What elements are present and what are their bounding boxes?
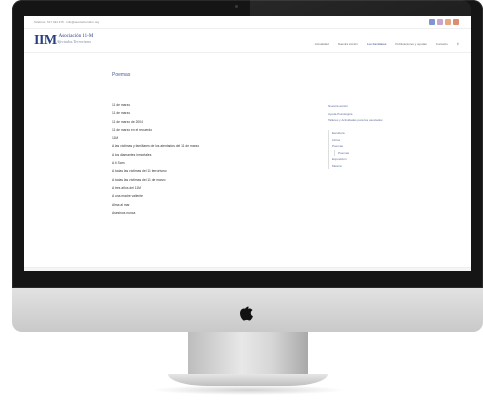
- list-item[interactable]: A las víctimas y familiares de los atent…: [112, 142, 292, 150]
- list-item[interactable]: Asesinos nunca: [112, 209, 292, 217]
- logo[interactable]: IIM Asociación 11-M Afectados Terrorismo: [34, 34, 93, 48]
- nav-item-active[interactable]: Los Familiares: [367, 42, 387, 46]
- social-icon[interactable]: [453, 19, 459, 25]
- nav-item[interactable]: Contacto: [436, 42, 448, 46]
- logo-mark: IIM: [34, 33, 57, 48]
- nav-item[interactable]: Actualidad: [315, 42, 329, 46]
- sidebar-item[interactable]: Ayuda Psicológica: [328, 110, 398, 118]
- social-icon[interactable]: [437, 19, 443, 25]
- list-item[interactable]: A los diamantes inmortales: [112, 151, 292, 159]
- footer-bar: [24, 267, 471, 271]
- sidebar-item[interactable]: Nuestra acción: [328, 102, 398, 110]
- list-item[interactable]: A todas las víctimas del 11 terrorismo: [112, 167, 292, 175]
- stand-neck: [188, 332, 308, 380]
- list-item[interactable]: A tí Sam: [112, 159, 292, 167]
- list-item[interactable]: 11 de marzo: [112, 109, 292, 117]
- social-links: [429, 19, 459, 25]
- list-item[interactable]: Alma al mar: [112, 201, 292, 209]
- contact-info: Teléfono: 617 434 376 · info@asociacion1…: [34, 20, 100, 24]
- list-item[interactable]: 11M: [112, 134, 292, 142]
- nav-item[interactable]: Nuestra Acción: [338, 42, 358, 46]
- main-nav: Actualidad Nuestra Acción Los Familiares…: [315, 42, 459, 46]
- nav-item[interactable]: Publicaciones y ayudas: [395, 42, 426, 46]
- sidebar-sub-item[interactable]: Música: [332, 163, 398, 170]
- page-title: Poemas: [112, 72, 131, 78]
- sidebar-submenu: Escultura Libros Poemas Poemas Exposició…: [328, 130, 398, 169]
- social-icon[interactable]: [429, 19, 435, 25]
- list-item[interactable]: 11 de marzo: [112, 101, 292, 109]
- sidebar-item[interactable]: Talleres y Actividades para los asociado…: [328, 118, 398, 130]
- list-item[interactable]: A una madre valiente: [112, 192, 292, 200]
- social-icon[interactable]: [445, 19, 451, 25]
- topbar: Teléfono: 617 434 376 · info@asociacion1…: [24, 16, 471, 29]
- apple-icon: [240, 306, 253, 321]
- screen: Teléfono: 617 434 376 · info@asociacion1…: [24, 16, 471, 271]
- list-item[interactable]: 11 de marzo de 2004: [112, 118, 292, 126]
- poem-list: 11 de marzo 11 de marzo 11 de marzo de 2…: [112, 101, 292, 217]
- list-item[interactable]: A tres años del 11M: [112, 184, 292, 192]
- logo-subtitle: Afectados Terrorismo: [56, 39, 92, 44]
- sidebar: Nuestra acción Ayuda Psicológica Tallere…: [328, 102, 398, 169]
- header: IIM Asociación 11-M Afectados Terrorismo…: [24, 29, 471, 53]
- stand-shadow: [150, 385, 346, 395]
- search-icon[interactable]: ⚲: [457, 42, 459, 46]
- list-item[interactable]: 11 de marzo en el recuerdo: [112, 126, 292, 134]
- camera: [235, 5, 238, 8]
- list-item[interactable]: A todas las víctimas del 11 de marzo: [112, 176, 292, 184]
